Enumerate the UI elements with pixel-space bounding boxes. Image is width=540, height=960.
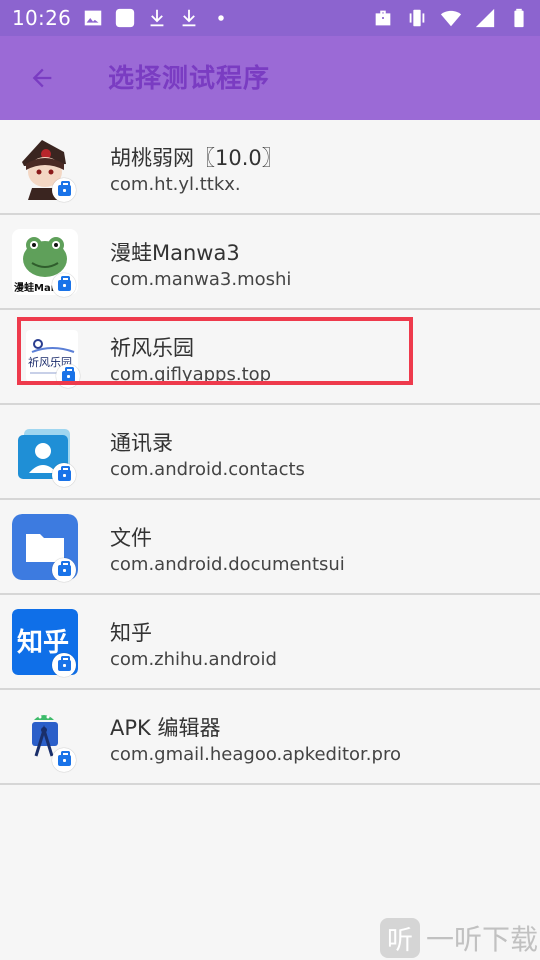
list-item[interactable]: 文件 com.android.documentsui	[0, 500, 540, 595]
download-icon	[178, 7, 200, 29]
app-name: 通讯录	[110, 431, 173, 455]
vibrate-icon	[406, 7, 428, 29]
list-item[interactable]: 祈风乐园 祈风乐园 com.qiflyapps.top	[0, 310, 540, 405]
work-profile-badge-icon	[52, 748, 76, 772]
page-title: 选择测试程序	[108, 64, 271, 94]
app-name: APK 编辑器	[110, 716, 221, 740]
work-profile-badge-icon	[52, 653, 76, 677]
list-item[interactable]: APK 编辑器 com.gmail.heagoo.apkeditor.pro	[0, 690, 540, 785]
app-name: 文件	[110, 526, 152, 550]
battery-icon	[508, 7, 530, 29]
list-item[interactable]: 知乎 知乎 com.zhihu.android	[0, 595, 540, 690]
arrow-left-icon	[32, 68, 52, 88]
app-name: 祈风乐园	[110, 336, 194, 360]
status-right-icons	[372, 7, 530, 29]
watermark-logo-icon: 听	[379, 918, 420, 958]
app-package: com.ht.yl.ttkx.	[110, 174, 241, 195]
app-package: com.android.contacts	[110, 459, 305, 480]
back-button[interactable]	[22, 58, 62, 98]
status-time: 10:26	[12, 6, 72, 30]
dot-icon	[210, 7, 232, 29]
app-package: com.android.documentsui	[110, 554, 345, 575]
list-item[interactable]: 漫蛙Man 漫蛙Manwa3 com.manwa3.moshi	[0, 215, 540, 310]
app-name: 胡桃弱网〖10.0〗	[110, 146, 283, 170]
work-profile-badge-icon	[56, 364, 80, 388]
app-package: com.manwa3.moshi	[110, 269, 292, 290]
app-bar: 选择测试程序	[0, 36, 540, 120]
signal-icon	[474, 7, 496, 29]
work-profile-badge-icon	[52, 558, 76, 582]
app-package: com.gmail.heagoo.apkeditor.pro	[110, 744, 401, 765]
status-bar: 10:26	[0, 0, 540, 36]
wifi-icon	[440, 7, 462, 29]
square-icon	[114, 7, 136, 29]
list-item[interactable]: 通讯录 com.android.contacts	[0, 405, 540, 500]
watermark: 听 一听下载	[379, 918, 538, 958]
app-list: 胡桃弱网〖10.0〗 com.ht.yl.ttkx. 漫蛙Man 漫蛙Manwa…	[0, 120, 540, 785]
work-profile-badge-icon	[52, 463, 76, 487]
download-icon	[146, 7, 168, 29]
app-package: com.zhihu.android	[110, 649, 277, 670]
status-left-icons	[82, 7, 232, 29]
image-icon	[82, 7, 104, 29]
app-name: 知乎	[110, 621, 152, 645]
app-package: com.qiflyapps.top	[110, 364, 272, 385]
watermark-text: 一听下载	[425, 923, 538, 956]
app-name: 漫蛙Manwa3	[110, 241, 240, 265]
work-profile-badge-icon	[52, 273, 76, 297]
work-profile-badge-icon	[52, 178, 76, 202]
briefcase-icon	[372, 7, 394, 29]
list-item[interactable]: 胡桃弱网〖10.0〗 com.ht.yl.ttkx.	[0, 120, 540, 215]
